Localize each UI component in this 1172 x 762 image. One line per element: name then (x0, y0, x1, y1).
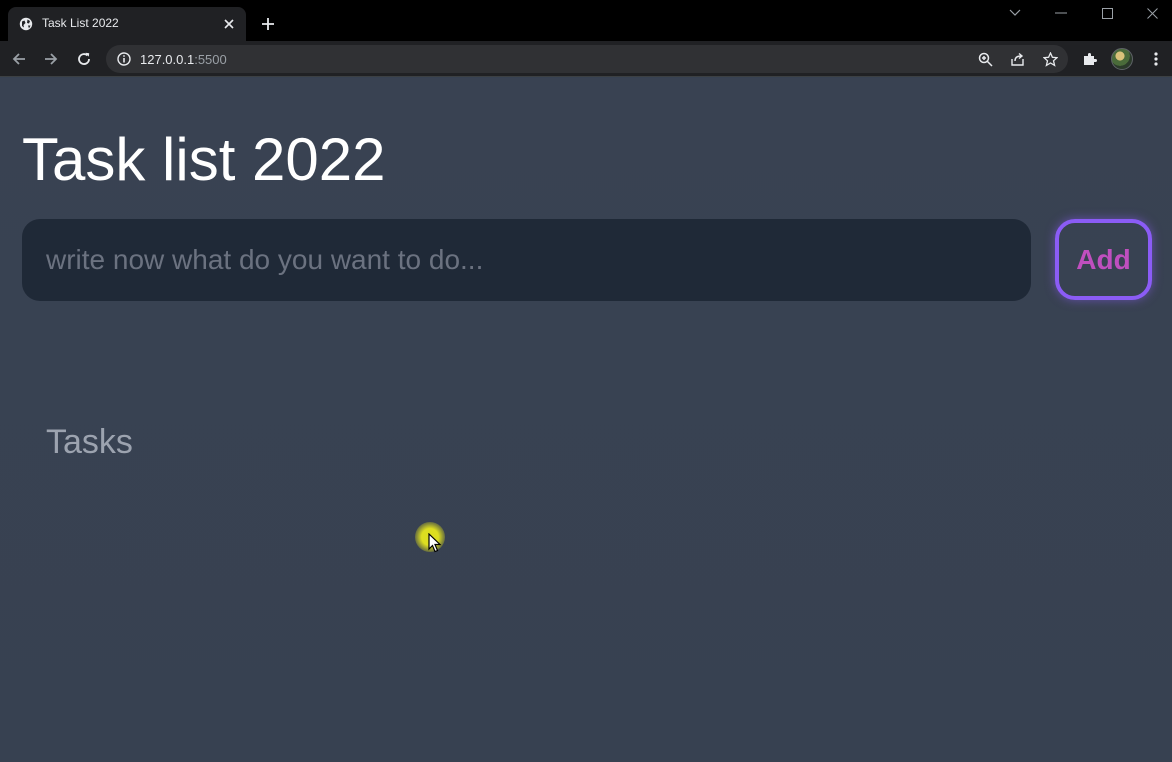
cursor-arrow-icon (428, 533, 442, 553)
task-app: Task list 2022 Add Tasks (0, 78, 1172, 762)
page-title: Task list 2022 (22, 126, 386, 193)
kebab-menu-icon[interactable] (1146, 49, 1166, 69)
tab-search-chevron-icon[interactable] (1005, 4, 1025, 22)
close-icon[interactable] (222, 17, 236, 31)
reload-icon[interactable] (74, 49, 94, 69)
zoom-icon[interactable] (977, 51, 993, 67)
minimize-icon[interactable] (1051, 4, 1071, 22)
star-icon[interactable] (1042, 51, 1058, 67)
plus-icon[interactable] (258, 14, 278, 34)
window-close-icon[interactable] (1142, 4, 1162, 22)
tab-title: Task List 2022 (42, 16, 119, 30)
puzzle-icon[interactable] (1080, 49, 1100, 69)
back-arrow-icon[interactable] (9, 49, 29, 69)
forward-arrow-icon[interactable] (41, 49, 61, 69)
url-host: 127.0.0.1 (140, 52, 195, 67)
maximize-icon[interactable] (1097, 4, 1117, 22)
tasks-heading: Tasks (46, 423, 133, 461)
info-icon[interactable] (117, 52, 131, 66)
browser-titlebar: Task List 2022 (0, 0, 1172, 41)
profile-avatar[interactable] (1111, 48, 1133, 70)
url-text[interactable]: 127.0.0.1:5500 (140, 52, 227, 67)
share-icon[interactable] (1009, 51, 1025, 67)
mouse-cursor (415, 522, 445, 553)
globe-icon (19, 17, 33, 31)
browser-toolbar: 127.0.0.1:5500 (0, 41, 1172, 77)
url-port: :5500 (194, 52, 227, 67)
browser-tab[interactable]: Task List 2022 (8, 7, 246, 41)
add-task-button[interactable]: Add (1055, 219, 1152, 300)
address-bar[interactable]: 127.0.0.1:5500 (106, 45, 1068, 73)
task-input[interactable] (22, 219, 1031, 301)
